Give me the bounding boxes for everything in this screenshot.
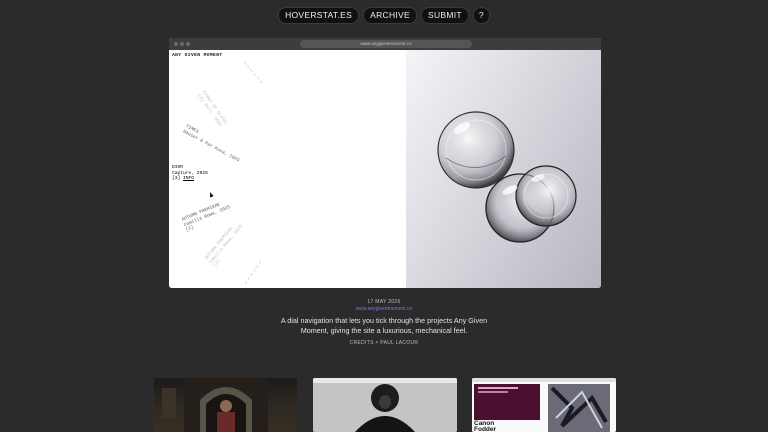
thumbnail-image bbox=[313, 378, 457, 432]
dial-item[interactable]: TIMES Hauser & Par Kuna, 2025 bbox=[182, 124, 243, 164]
site-content: ANY GIVEN MOMENT RINGS OF GLASS, [3] Hal… bbox=[169, 50, 601, 288]
featured-site-preview[interactable]: www.anygivenmoment.co ANY GIVEN MOMENT R… bbox=[169, 38, 601, 288]
dial-item-title: TIMES bbox=[184, 124, 200, 135]
top-nav: HOVERSTAT.ES ARCHIVE SUBMIT ? bbox=[0, 7, 768, 24]
thumbnail-title: Canon Fodder bbox=[474, 420, 497, 432]
submit-button[interactable]: SUBMIT bbox=[421, 7, 469, 24]
dial-item[interactable]: RINGS OF GLASS, [3] Hall, 2025 bbox=[196, 90, 228, 130]
window-controls bbox=[174, 42, 190, 46]
dial-navigation: ANY GIVEN MOMENT RINGS OF GLASS, [3] Hal… bbox=[169, 50, 406, 288]
thumbnail-image bbox=[162, 378, 268, 432]
dial-item-meta: Hauser & Par Kuna, 2025 bbox=[182, 128, 241, 164]
thumbnail-card[interactable]: Canon Fodder bbox=[472, 378, 616, 432]
dial-item-count: [3] bbox=[172, 176, 184, 182]
site-url-link[interactable]: www.anygivenmoment.co bbox=[0, 306, 768, 312]
window-dot-icon bbox=[186, 42, 190, 46]
thumbnail-card[interactable] bbox=[154, 378, 297, 432]
browser-chrome: www.anygivenmoment.co bbox=[169, 38, 601, 50]
dial-item[interactable]: AUTUMN PREMIERE Camilla Rowe, 2025 [3] bbox=[204, 220, 249, 269]
window-dot-icon bbox=[180, 42, 184, 46]
glass-spheres-image bbox=[406, 50, 601, 288]
help-button[interactable]: ? bbox=[472, 7, 490, 24]
site-logo[interactable]: ANY GIVEN MOMENT bbox=[172, 53, 223, 58]
dial-item-active[interactable]: DIOR Capture, 2025 [3] INFO bbox=[172, 165, 208, 182]
glass-spheres-illustration bbox=[437, 111, 577, 243]
brand-button[interactable]: HOVERSTAT.ES bbox=[278, 7, 360, 24]
dial-item[interactable]: AUTUMN PREMIERE Camilla Rowe, 2025 [3] bbox=[181, 199, 233, 234]
browser-url-bar: www.anygivenmoment.co bbox=[300, 40, 472, 48]
dial-tick bbox=[243, 61, 263, 84]
window-dot-icon bbox=[174, 42, 178, 46]
dial-item-info-link[interactable]: INFO bbox=[183, 176, 194, 181]
post-description: A dial navigation that lets you tick thr… bbox=[280, 316, 488, 335]
dial-tick bbox=[244, 260, 262, 285]
mouse-cursor-icon bbox=[208, 191, 214, 198]
post-date: 17 MAY 2026 bbox=[367, 299, 401, 305]
post-credits[interactable]: CREDITS × PAUL LACOUR bbox=[0, 340, 768, 346]
thumbnail-card[interactable] bbox=[313, 378, 457, 432]
archive-button[interactable]: ARCHIVE bbox=[363, 7, 417, 24]
